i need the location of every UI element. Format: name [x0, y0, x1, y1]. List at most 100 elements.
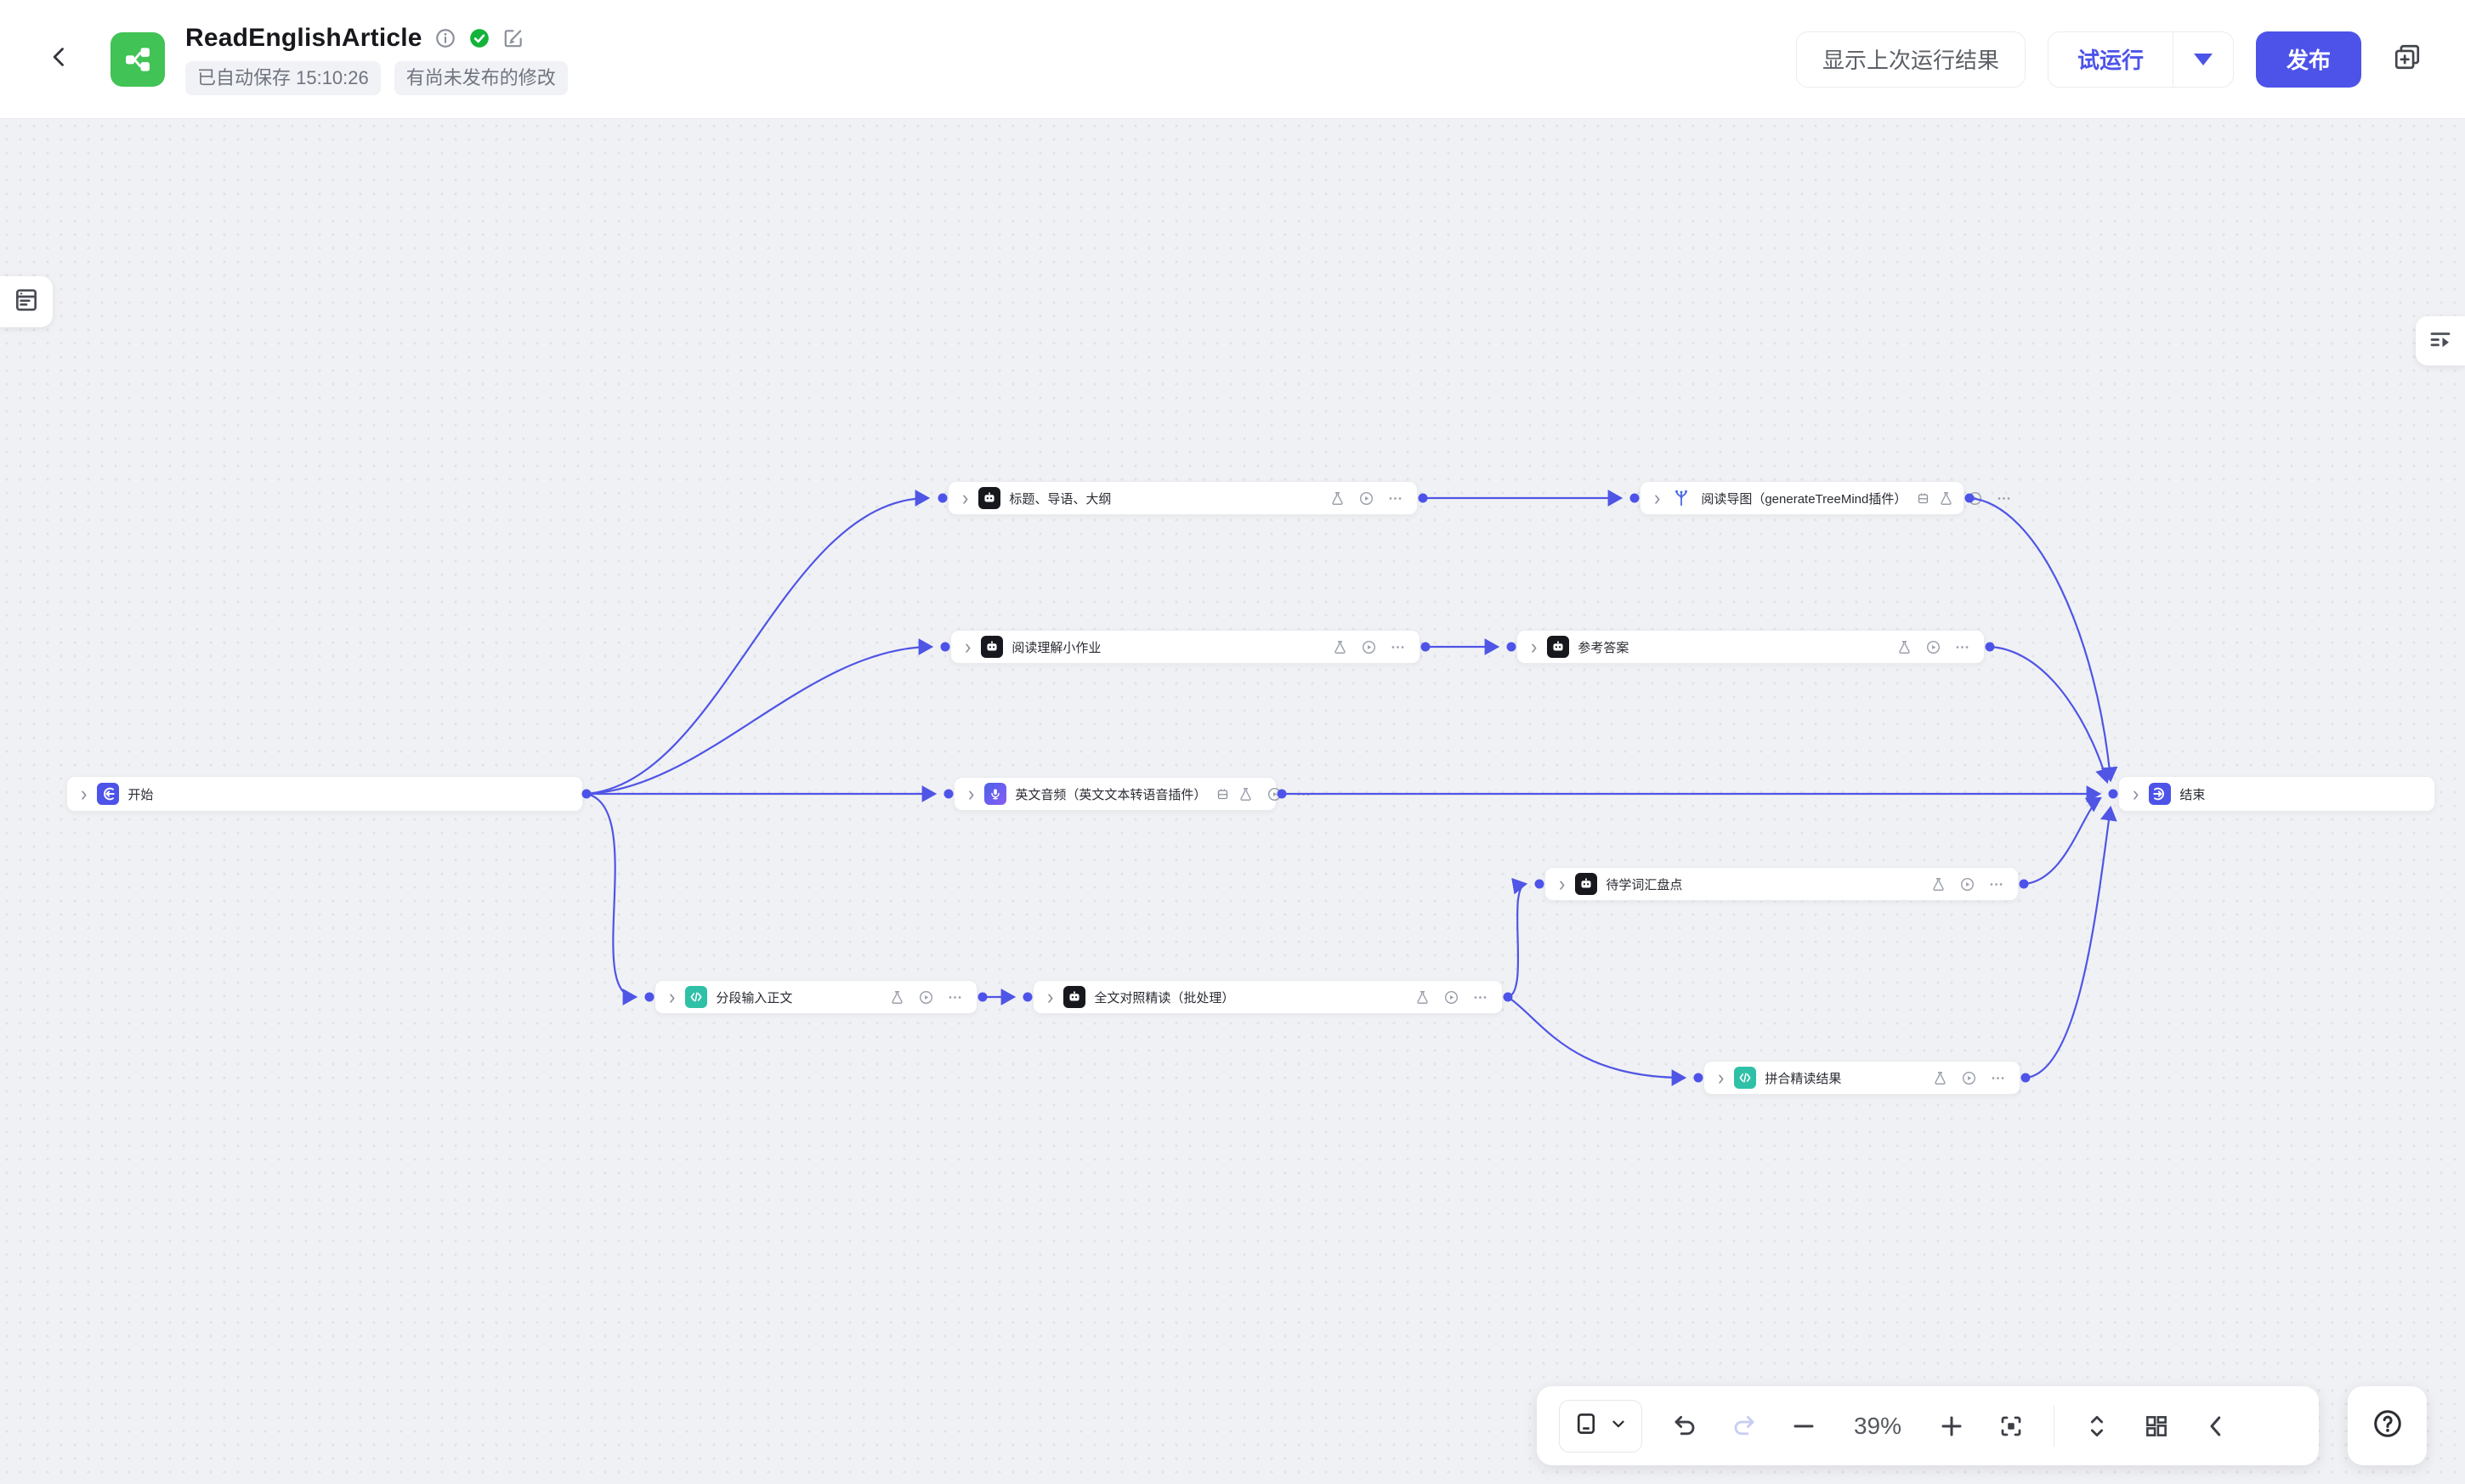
chevron-right-icon[interactable]: ›: [1559, 873, 1565, 894]
treemind-plugin-icon: [1670, 487, 1692, 509]
chevron-down-icon: [1609, 1414, 1628, 1437]
play-circle-icon[interactable]: [1925, 639, 1941, 655]
node-vocab-review[interactable]: › 待学词汇盘点: [1544, 867, 2019, 901]
more-icon[interactable]: [1295, 786, 1312, 802]
show-last-run-button[interactable]: 显示上次运行结果: [1796, 31, 2026, 88]
node-reading-map[interactable]: › 阅读导图（generateTreeMind插件）: [1640, 481, 1964, 515]
play-circle-icon[interactable]: [1961, 1070, 1977, 1086]
node-end[interactable]: › 结束: [2118, 776, 2435, 812]
end-icon: [2149, 783, 2171, 805]
fit-view-button[interactable]: [1994, 1409, 2028, 1443]
flask-icon[interactable]: [1896, 639, 1912, 655]
play-circle-icon[interactable]: [1358, 490, 1374, 507]
play-circle-icon[interactable]: [1361, 639, 1377, 655]
node-merge-result[interactable]: › 拼合精读结果: [1703, 1061, 2020, 1095]
chevron-right-icon[interactable]: ›: [968, 783, 974, 804]
node-label: 阅读导图（generateTreeMind插件）: [1701, 490, 1907, 507]
zoom-in-button[interactable]: [1935, 1409, 1969, 1443]
back-button[interactable]: [34, 34, 85, 85]
undo-button[interactable]: [1668, 1409, 1702, 1443]
interaction-mode-button[interactable]: [1559, 1400, 1642, 1453]
node-label: 阅读理解小作业: [1012, 638, 1101, 656]
chevron-right-icon[interactable]: ›: [965, 636, 971, 657]
more-icon[interactable]: [1387, 490, 1403, 507]
auto-layout-button[interactable]: [2080, 1409, 2114, 1443]
grid-view-button[interactable]: [2139, 1409, 2173, 1443]
node-label: 标题、导语、大纲: [1009, 490, 1111, 507]
chevron-right-icon[interactable]: ›: [2133, 783, 2139, 804]
header: ReadEnglishArticle 已自动保存 15:10:26 有尚未发布的…: [0, 0, 2465, 119]
interaction-mode-icon: [1573, 1411, 1599, 1441]
more-icon[interactable]: [1990, 1070, 2006, 1086]
more-icon[interactable]: [1996, 490, 2012, 507]
llm-icon: [981, 636, 1003, 658]
node-reference-answer[interactable]: › 参考答案: [1516, 630, 1985, 664]
node-label: 英文音频（英文文本转语音插件）: [1015, 785, 1206, 803]
more-icon[interactable]: [947, 989, 963, 1005]
info-icon[interactable]: [434, 27, 456, 49]
chevron-right-icon[interactable]: ›: [669, 986, 675, 1007]
node-start[interactable]: › 开始: [66, 776, 583, 812]
flask-icon[interactable]: [1329, 490, 1346, 507]
collapse-toolbar-button[interactable]: [2199, 1409, 2233, 1443]
chevron-right-icon[interactable]: ›: [1531, 636, 1537, 657]
llm-icon: [978, 487, 1000, 509]
flask-icon[interactable]: [889, 989, 905, 1005]
play-circle-icon[interactable]: [1967, 490, 1983, 507]
more-icon[interactable]: [1954, 639, 1970, 655]
chevron-right-icon[interactable]: ›: [1047, 986, 1053, 1007]
test-run-button[interactable]: 试运行: [2048, 32, 2173, 87]
node-reading-quiz[interactable]: › 阅读理解小作业: [950, 630, 1420, 664]
test-run-dropdown[interactable]: [2173, 32, 2233, 87]
help-icon: [2372, 1408, 2404, 1444]
chevron-right-icon[interactable]: ›: [962, 487, 968, 508]
node-label: 参考答案: [1578, 638, 1629, 656]
tts-plugin-icon: [984, 783, 1006, 805]
flask-icon[interactable]: [1238, 786, 1254, 802]
zoom-level[interactable]: 39%: [1846, 1413, 1909, 1440]
node-fulltext-reading[interactable]: › 全文对照精读（批处理）: [1033, 980, 1503, 1014]
node-library-icon: [13, 286, 40, 318]
more-icon[interactable]: [1390, 639, 1406, 655]
llm-icon: [1063, 986, 1085, 1008]
run-log-toggle[interactable]: [2416, 316, 2465, 365]
node-title-outline[interactable]: › 标题、导语、大纲: [948, 481, 1418, 515]
new-window-button[interactable]: [2383, 36, 2431, 83]
chevron-right-icon[interactable]: ›: [1654, 487, 1660, 508]
node-label: 待学词汇盘点: [1606, 875, 1682, 893]
help-button[interactable]: [2348, 1386, 2427, 1465]
play-circle-icon[interactable]: [1266, 786, 1283, 802]
flask-icon[interactable]: [1930, 876, 1946, 892]
node-label: 开始: [128, 785, 153, 803]
more-icon[interactable]: [1472, 989, 1488, 1005]
llm-icon: [1575, 873, 1597, 895]
node-label: 全文对照精读（批处理）: [1094, 988, 1234, 1006]
publish-button[interactable]: 发布: [2256, 31, 2361, 88]
unpublished-badge: 有尚未发布的修改: [394, 61, 568, 95]
redo-button[interactable]: [1727, 1409, 1761, 1443]
node-english-audio[interactable]: › 英文音频（英文文本转语音插件）: [954, 777, 1277, 811]
play-circle-icon[interactable]: [1443, 989, 1459, 1005]
flask-icon[interactable]: [1932, 1070, 1948, 1086]
run-log-icon: [2428, 326, 2453, 356]
new-window-icon: [2393, 42, 2422, 76]
page-title: ReadEnglishArticle: [185, 24, 422, 53]
play-circle-icon[interactable]: [918, 989, 934, 1005]
plugin-badge-icon: [1917, 492, 1930, 505]
edit-icon[interactable]: [502, 27, 524, 49]
flask-icon[interactable]: [1332, 639, 1348, 655]
node-label: 拼合精读结果: [1765, 1069, 1841, 1087]
more-icon[interactable]: [1988, 876, 2004, 892]
chevron-right-icon[interactable]: ›: [1718, 1067, 1724, 1088]
saved-check-icon: [468, 27, 490, 49]
code-icon: [1734, 1067, 1756, 1089]
back-icon: [48, 45, 71, 73]
autosave-badge: 已自动保存 15:10:26: [185, 61, 381, 95]
node-segment-input[interactable]: › 分段输入正文: [654, 980, 978, 1014]
chevron-right-icon[interactable]: ›: [81, 783, 87, 804]
play-circle-icon[interactable]: [1959, 876, 1975, 892]
zoom-out-button[interactable]: [1787, 1409, 1821, 1443]
node-library-toggle[interactable]: [0, 276, 53, 327]
flask-icon[interactable]: [1938, 490, 1954, 507]
flask-icon[interactable]: [1414, 989, 1431, 1005]
